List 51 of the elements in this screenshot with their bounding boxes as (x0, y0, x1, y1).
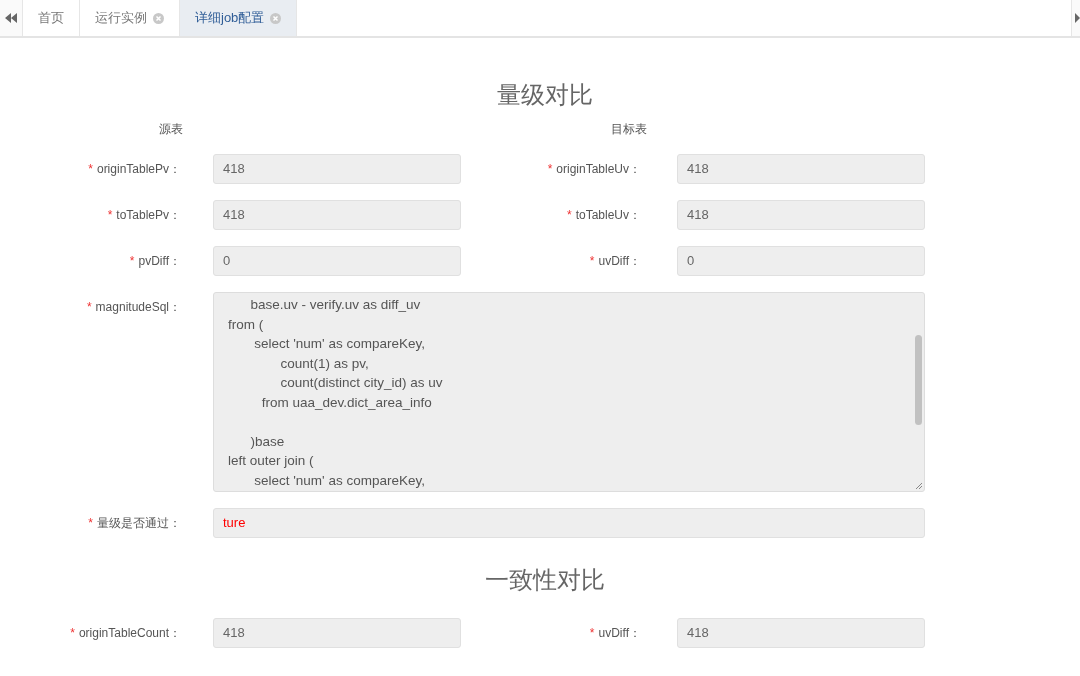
required-mark: * (589, 626, 595, 640)
close-icon[interactable] (270, 12, 282, 24)
field-label: toTableUv： (575, 208, 641, 222)
input-field[interactable]: 418 (677, 154, 925, 184)
tab[interactable]: 详细job配置 (180, 0, 298, 36)
code-line: base.uv - verify.uv as diff_uv (249, 296, 421, 314)
sql-text-area[interactable]: base.uv - verify.uv as diff_uv from ( select 'num' as compareKey, count(1) as pv, count(distinct city_id) as uv from uaa_dev.dict_area_info )base left outer join ( select 'num' as compareKey, (213, 292, 925, 492)
required-mark: * (107, 208, 113, 222)
section-title: 一致性对比 (484, 565, 606, 595)
input-field[interactable]: 418 (677, 618, 925, 648)
code-line: )base (249, 432, 285, 451)
field-label: uvDiff： (598, 254, 641, 268)
required-mark: * (88, 162, 93, 176)
required-mark: * (566, 208, 572, 222)
required-mark: * (70, 626, 75, 640)
close-icon[interactable] (153, 12, 164, 24)
field-label: originTablePv： (96, 162, 181, 176)
code-line: left outer join ( (228, 452, 314, 470)
input-field[interactable]: ture (213, 508, 925, 538)
field-label: originTableCount： (78, 626, 181, 640)
code-line: count(distinct city_id) as uv (279, 374, 443, 392)
code-line: select 'num' as compareKey, (253, 471, 425, 490)
required-mark: * (129, 254, 135, 268)
input-field[interactable]: 0 (213, 246, 461, 276)
tab[interactable]: 首页 (23, 0, 80, 36)
code-line: from ( (228, 315, 264, 334)
code-line: select 'num' as compareKey, (253, 335, 425, 353)
required-mark: * (589, 254, 595, 268)
code-line: from uaa_dev.dict_area_info (260, 393, 432, 412)
required-mark: * (88, 516, 93, 530)
column-header: 源表 (159, 122, 183, 136)
field-label: originTableUv： (556, 162, 641, 176)
code-line: count(1) as pv, (279, 354, 369, 373)
scrollbar-thumb[interactable] (915, 335, 922, 425)
field-label: toTablePv： (116, 208, 181, 222)
required-mark: * (86, 300, 92, 314)
input-field[interactable]: 418 (677, 200, 925, 230)
input-field[interactable]: 418 (213, 200, 461, 230)
column-header: 目标表 (611, 122, 647, 136)
field-label: uvDiff： (598, 626, 641, 640)
input-field[interactable]: 418 (213, 618, 461, 648)
scroll-right-icon[interactable] (1075, 13, 1080, 23)
input-field[interactable]: 0 (677, 246, 925, 276)
field-label: magnitudeSql： (95, 300, 181, 314)
required-mark: * (547, 162, 553, 176)
section-title: 量级对比 (496, 80, 594, 110)
scroll-left-icon[interactable] (5, 13, 17, 23)
field-label: pvDiff： (138, 254, 181, 268)
input-field[interactable]: 418 (213, 154, 461, 184)
resize-grip-icon[interactable] (914, 481, 923, 490)
field-label: 量级是否通过： (97, 516, 181, 530)
